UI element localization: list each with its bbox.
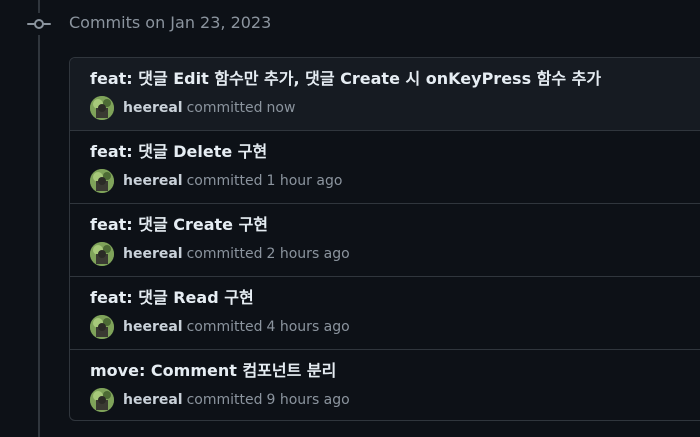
commit-action-text: committed [186,173,263,189]
commit-author-link[interactable]: heereal [123,319,183,335]
commit-action-text: committed [186,319,263,335]
commit-row[interactable]: move: Comment 컴포넌트 분리 heereal committed … [70,349,700,420]
commit-author-link[interactable]: heereal [123,100,183,116]
commit-row[interactable]: feat: 댓글 Read 구현 heereal committed 4 hou… [70,276,700,349]
commit-group-heading: Commits on Jan 23, 2023 [69,13,272,32]
commit-action-text: committed [186,392,263,408]
commit-message-link[interactable]: feat: 댓글 Read 구현 [90,287,254,309]
commit-time[interactable]: 2 hours ago [267,246,350,262]
commit-meta: heereal committed 2 hours ago [90,242,350,266]
commit-meta: heereal committed now [90,96,296,120]
commit-row[interactable]: feat: 댓글 Create 구현 heereal committed 2 h… [70,203,700,276]
author-avatar[interactable] [90,315,114,339]
commit-time[interactable]: 9 hours ago [267,392,350,408]
author-avatar[interactable] [90,96,114,120]
commit-message-link[interactable]: feat: 댓글 Edit 함수만 추가, 댓글 Create 시 onKeyP… [90,68,601,90]
commit-message-link[interactable]: move: Comment 컴포넌트 분리 [90,360,336,382]
commit-meta: heereal committed 4 hours ago [90,315,350,339]
author-avatar[interactable] [90,242,114,266]
commit-meta: heereal committed 9 hours ago [90,388,350,412]
commit-list: feat: 댓글 Edit 함수만 추가, 댓글 Create 시 onKeyP… [69,57,700,421]
commit-history-page: Commits on Jan 23, 2023 feat: 댓글 Edit 함수… [0,0,700,437]
commit-action-text: committed [186,100,263,116]
git-commit-icon [27,13,51,35]
author-avatar[interactable] [90,169,114,193]
commit-author-link[interactable]: heereal [123,392,183,408]
commit-action-text: committed [186,246,263,262]
commit-time[interactable]: 1 hour ago [267,173,343,189]
commit-message-link[interactable]: feat: 댓글 Create 구현 [90,214,268,236]
commit-meta: heereal committed 1 hour ago [90,169,343,193]
commit-row[interactable]: feat: 댓글 Edit 함수만 추가, 댓글 Create 시 onKeyP… [70,58,700,130]
commit-message-link[interactable]: feat: 댓글 Delete 구현 [90,141,267,163]
commit-author-link[interactable]: heereal [123,246,183,262]
commit-author-link[interactable]: heereal [123,173,183,189]
author-avatar[interactable] [90,388,114,412]
commit-row[interactable]: feat: 댓글 Delete 구현 heereal committed 1 h… [70,130,700,203]
commit-time[interactable]: 4 hours ago [267,319,350,335]
timeline-line [38,0,40,437]
commit-time[interactable]: now [267,100,296,116]
